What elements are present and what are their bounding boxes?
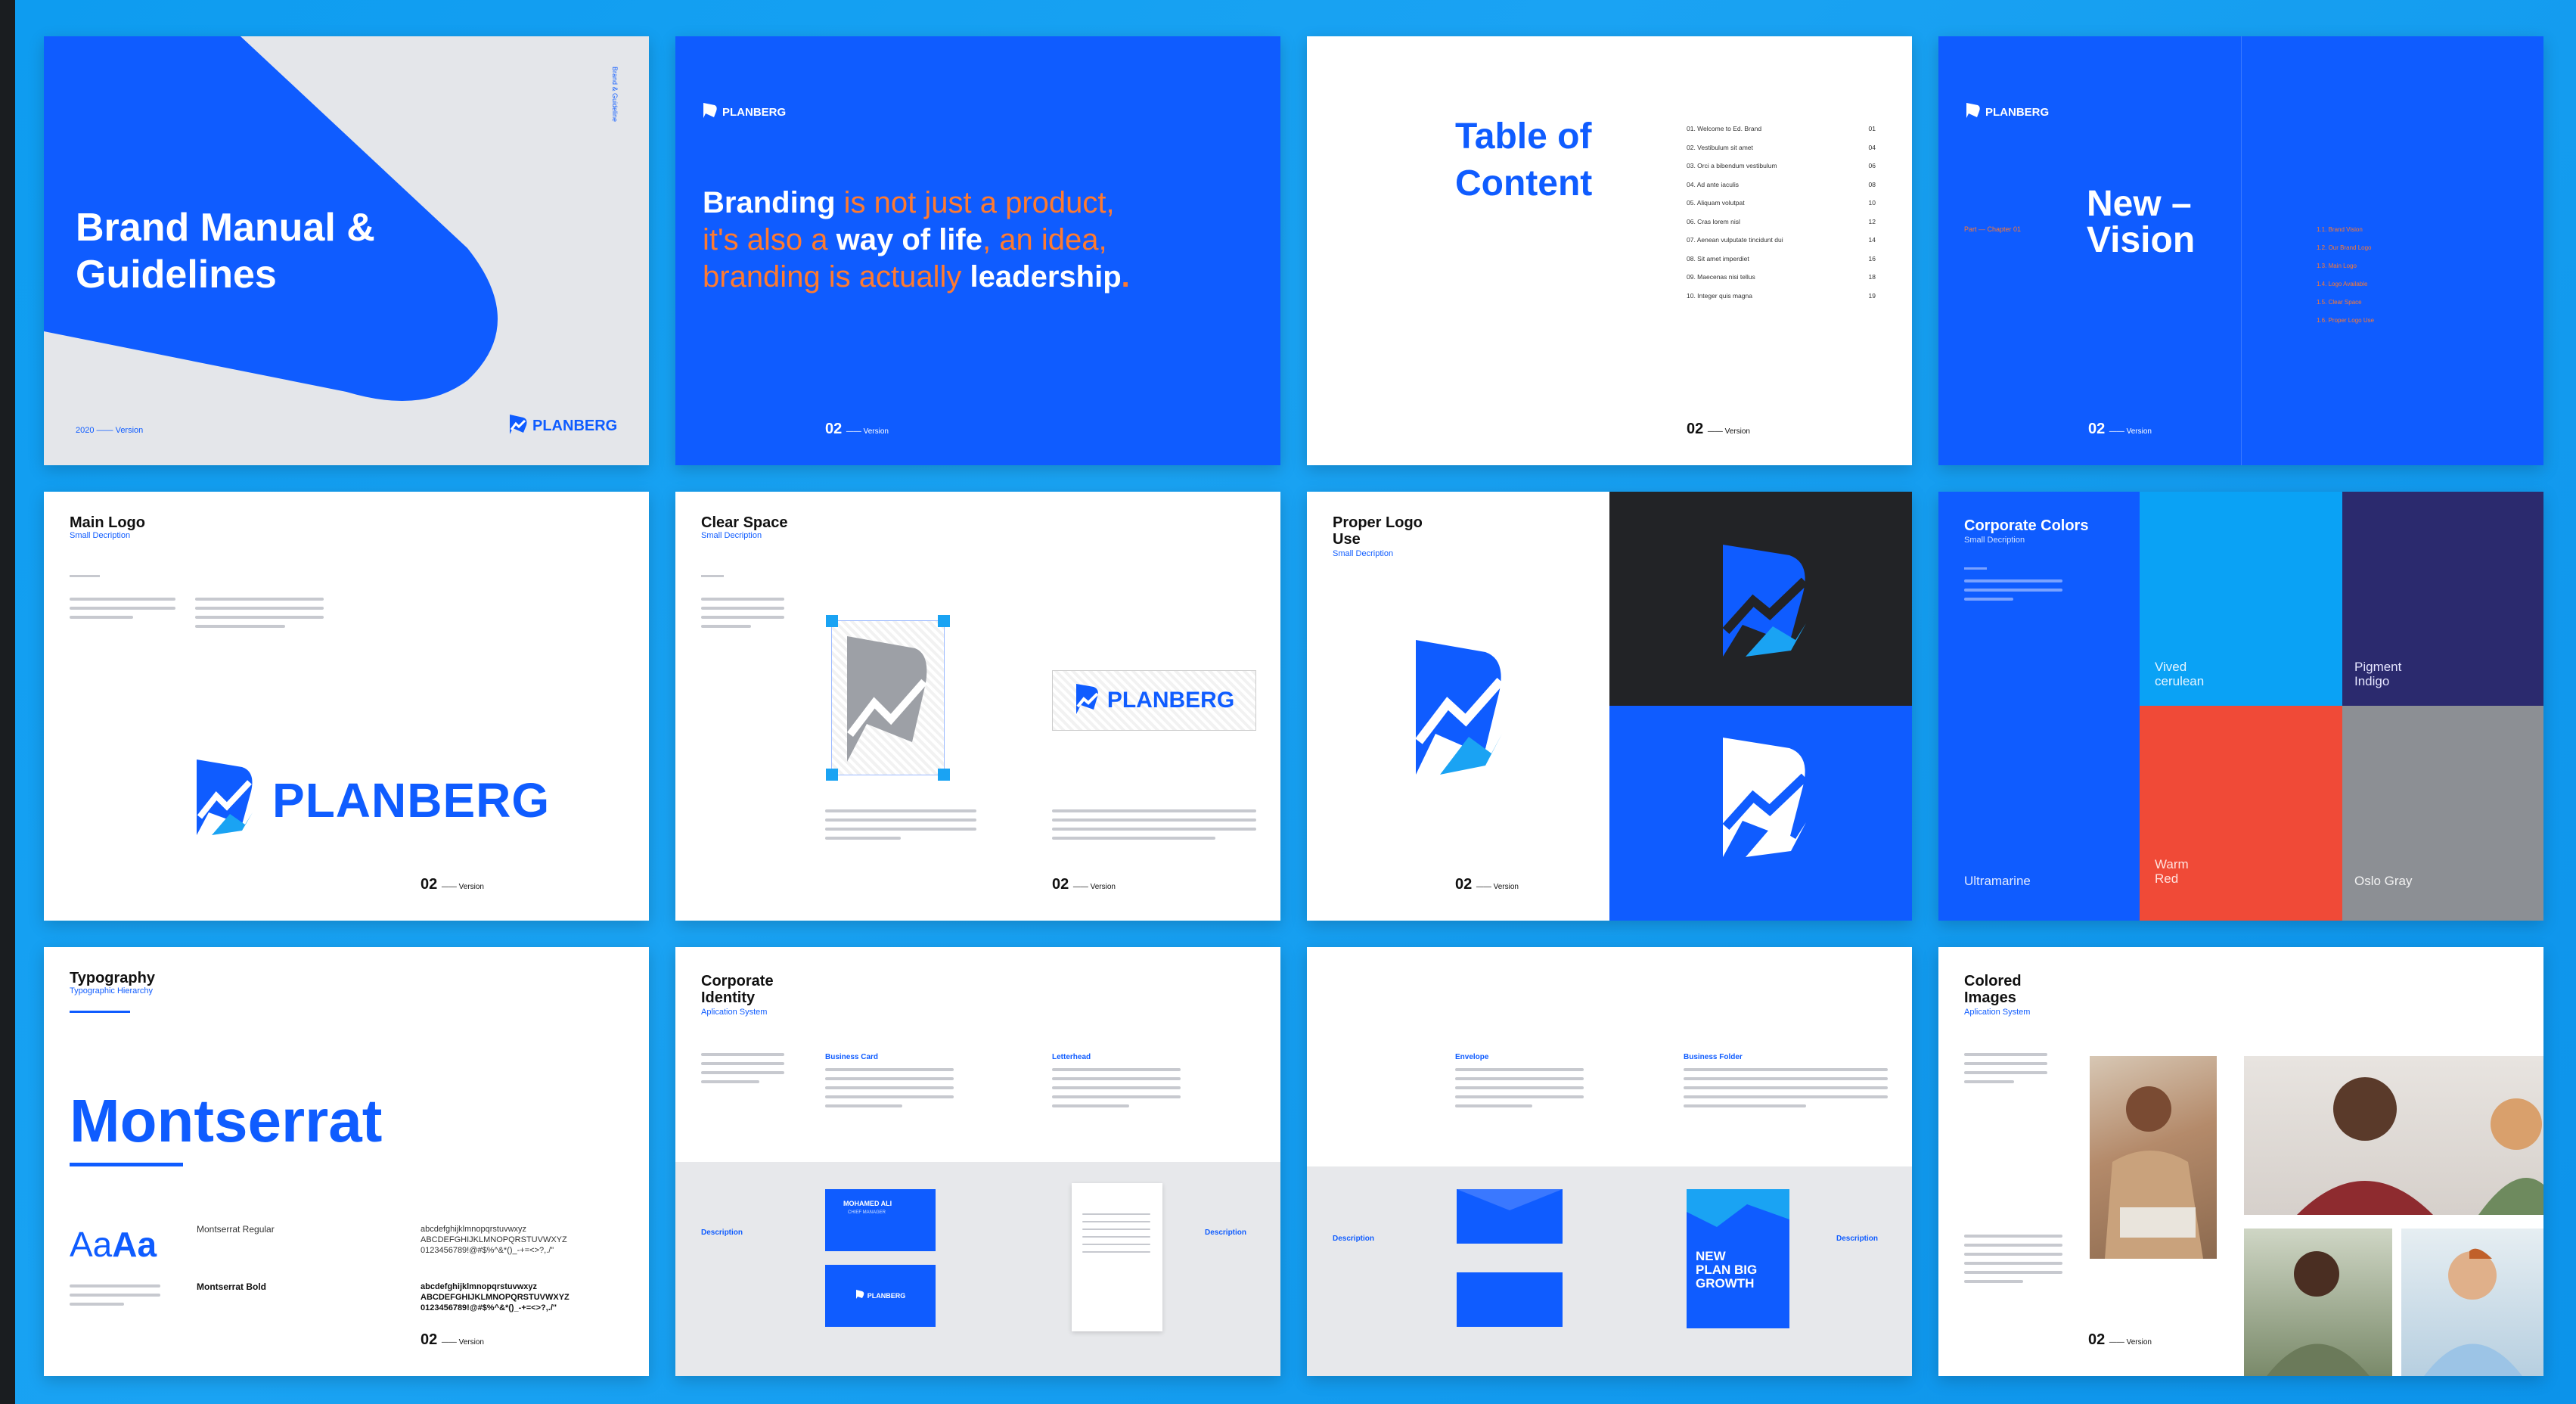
vision-footer: 02 —— Version [2088, 421, 2152, 437]
swatch-warm-red: Warm Red [2140, 706, 2342, 921]
slide-main-logo: Main Logo Small Decription PLANBERG 02 —… [44, 492, 649, 921]
clear-space-footer: 02 —— Version [1052, 876, 1116, 893]
clear-space-sub: Small Decription [701, 531, 762, 540]
planberg-logo-icon [1410, 640, 1508, 782]
identity-business-card-heading: Business Card [825, 1053, 879, 1061]
vision-title: New – Vision [2087, 184, 2196, 260]
proper-logo-title: Proper Logo Use [1333, 514, 1423, 548]
clear-space-logo-box: PLANBERG [1052, 670, 1256, 731]
planberg-logo-icon [701, 101, 718, 123]
proper-logo-blue-mark [1410, 635, 1508, 783]
planberg-logo-icon [855, 1289, 864, 1303]
colored-images-footer: 02 —— Version [2088, 1331, 2152, 1348]
slide-colored-images: Colored Images Aplication System 02 —— Ve… [1938, 947, 2543, 1376]
planberg-logo-icon [1074, 682, 1101, 719]
toc-footer: 02 —— Version [1687, 421, 1750, 437]
slide-corporate-colors: Corporate Colors Small Decription Vived … [1938, 492, 2543, 921]
identity-business-card-back: PLANBERG [825, 1265, 936, 1327]
proper-logo-blue-panel [1609, 706, 1912, 921]
env-desc-left: Description [1333, 1235, 1375, 1243]
planberg-logo-icon [1717, 540, 1815, 665]
typography-title: Typography [70, 970, 155, 986]
typography-regular: Montserrat Regular [197, 1224, 275, 1235]
slide-envelope-folder: Envelope Business Folder Description Des… [1307, 947, 1912, 1376]
proper-logo-dark-panel [1609, 492, 1912, 706]
photo-young-man [2401, 1228, 2543, 1376]
slide-table-of-content: Table of Content 01. Welcome to Ed. Brand… [1307, 36, 1912, 465]
main-logo-mark: PLANBERG [192, 756, 550, 843]
identity-desc-right: Description [1205, 1228, 1247, 1237]
envelope-mockup-top [1457, 1189, 1563, 1244]
identity-desc-left: Description [701, 1228, 743, 1237]
photo-woman-desk [2090, 1056, 2217, 1259]
typography-sample: AaAa [70, 1225, 157, 1264]
cover-title: Brand Manual & Guidelines [76, 206, 375, 297]
clear-space-title: Clear Space [701, 514, 788, 531]
identity-letterhead-paper [1072, 1183, 1162, 1331]
typography-alpha-bold: abcdefghijklmnopqrstuvwxyz ABCDEFGHIJKLMN… [421, 1282, 570, 1312]
quote-footer: 02 —— Version [825, 421, 889, 437]
swatch-pigment-indigo: Pigment Indigo [2342, 492, 2543, 706]
toc-title: Table of Content [1455, 116, 1593, 203]
clear-space-diagram [826, 615, 950, 781]
main-logo-sub: Small Decription [70, 531, 131, 540]
colored-images-sub: Aplication System [1964, 1008, 2031, 1017]
envelope-heading: Envelope [1455, 1053, 1489, 1061]
photo-man-glasses [2244, 1056, 2543, 1215]
main-logo-title: Main Logo [70, 514, 145, 531]
identity-letterhead-heading: Letterhead [1052, 1053, 1091, 1061]
identity-sub: Aplication System [701, 1008, 768, 1017]
folder-heading: Business Folder [1684, 1053, 1743, 1061]
env-desc-right: Description [1836, 1235, 1879, 1243]
typography-bold: Montserrat Bold [197, 1281, 267, 1292]
typography-alpha-regular: abcdefghijklmnopqrstuvwxyz ABCDEFGHIJKLMN… [421, 1225, 567, 1255]
slide-branding-quote: PLANBERG Branding is not just a product,… [675, 36, 1280, 465]
vision-logo: PLANBERG [1964, 101, 2049, 123]
planberg-logo-icon [192, 756, 257, 843]
main-logo-footer: 02 —— Version [421, 876, 484, 893]
identity-business-card-front: MOHAMED ALI CHIEF MANAGER [825, 1189, 936, 1251]
colored-images-title: Colored Images [1964, 973, 2022, 1006]
vision-list: 1.1. Brand Vision 1.2. Our Brand Logo 1.3.… [2317, 226, 2375, 324]
proper-logo-sub: Small Decription [1333, 549, 1394, 558]
slide-corporate-identity: Corporate Identity Aplication System Busi… [675, 947, 1280, 1376]
planberg-logo-icon [1717, 733, 1815, 873]
colors-title: Corporate Colors [1964, 517, 2089, 534]
slide-proper-logo-use: Proper Logo Use Small Decription 02 —— Ve… [1307, 492, 1912, 921]
cover-logo: PLANBERG [507, 413, 617, 440]
envelope-mockup-bottom [1457, 1272, 1563, 1327]
colors-sub: Small Decription [1964, 536, 2025, 545]
vision-kicker: Part — Chapter 01 [1964, 225, 2022, 233]
toc-list: 01. Welcome to Ed. Brand 01 02. Vestibulu… [1687, 125, 1876, 300]
photo-man-smiling [2244, 1228, 2392, 1376]
slide-clear-space: Clear Space Small Decription PLANBERG 02… [675, 492, 1280, 921]
cover-version: 2020 —— Version [76, 426, 144, 435]
planberg-logo-icon [507, 413, 528, 440]
cover-side-text: Brand & Guideline [611, 67, 619, 123]
planberg-logo-icon [1964, 101, 1981, 123]
slide-new-vision: PLANBERG Part — Chapter 01 New – Vision 1… [1938, 36, 2543, 465]
identity-title: Corporate Identity [701, 973, 774, 1006]
slide-brand-manual-cover: Brand Manual & Guidelines 2020 —— Versio… [44, 36, 649, 465]
typography-font-name: Montserrat [70, 1087, 383, 1154]
swatch-ultramarine: Ultramarine [1938, 706, 2140, 921]
quote-text: Branding is not just a product, it's als… [703, 186, 1130, 294]
swatch-vived-cerulean: Vived cerulean [2140, 492, 2342, 706]
typography-sub: Typographic Hierarchy [70, 986, 154, 996]
swatch-oslo-gray: Oslo Gray [2342, 706, 2543, 921]
typography-footer: 02 —— Version [421, 1331, 484, 1348]
slides-board: Brand Manual & Guidelines 2020 —— Versio… [15, 0, 2576, 1404]
quote-logo: PLANBERG [701, 101, 786, 123]
proper-logo-footer: 02 —— Version [1455, 876, 1519, 893]
folder-mockup: NEW PLAN BIG GROWTH [1687, 1189, 1789, 1328]
slide-typography: Typography Typographic Hierarchy Montser… [44, 947, 649, 1376]
